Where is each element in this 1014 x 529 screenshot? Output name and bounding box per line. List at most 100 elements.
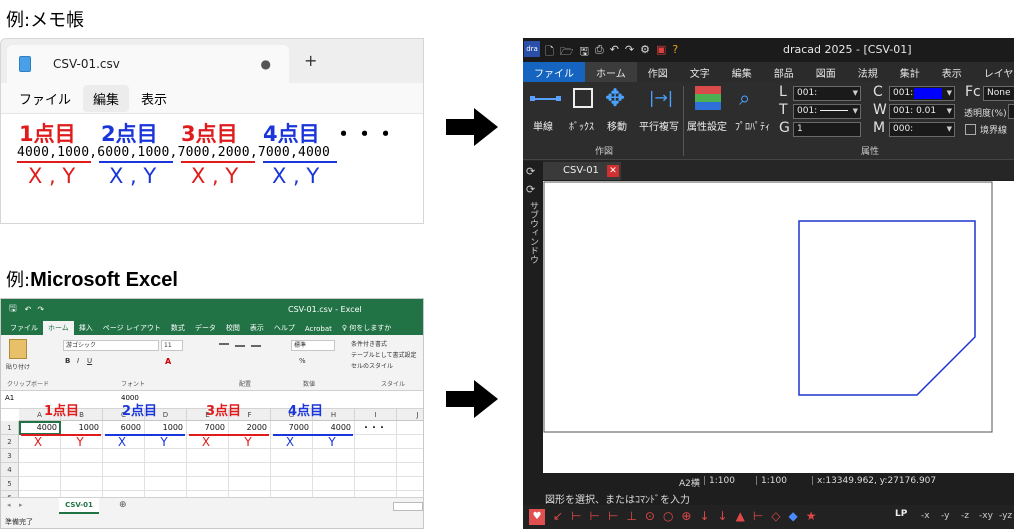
menu-edit[interactable]: 編集 xyxy=(721,62,763,82)
table-cell[interactable] xyxy=(187,463,229,477)
alignment-buttons[interactable] xyxy=(219,341,267,367)
table-cell[interactable] xyxy=(397,435,423,449)
sheet-nav-next-icon[interactable]: ▸ xyxy=(19,501,23,509)
axis-x-button[interactable]: -x xyxy=(921,511,930,521)
row-header[interactable]: 2 xyxy=(1,435,19,449)
table-cell[interactable] xyxy=(229,449,271,463)
table-cell[interactable] xyxy=(313,449,355,463)
table-cell[interactable] xyxy=(19,449,61,463)
table-cell[interactable]: 7000 xyxy=(271,421,313,435)
star-icon[interactable]: ★ xyxy=(806,509,817,523)
box-icon[interactable] xyxy=(573,88,593,108)
open-icon[interactable]: 🗁 xyxy=(560,43,574,62)
add-sheet-icon[interactable]: ⊕ xyxy=(119,500,127,510)
line-type-select[interactable]: 001: ▼ xyxy=(793,86,861,101)
tab-view[interactable]: 表示 xyxy=(245,321,269,335)
snap-icon[interactable]: ⊢ xyxy=(608,509,618,523)
table-cell[interactable] xyxy=(397,421,423,435)
table-cell[interactable] xyxy=(187,449,229,463)
table-cell[interactable] xyxy=(271,477,313,491)
table-cell[interactable]: 6000 xyxy=(103,421,145,435)
snap-icon[interactable]: ▲ xyxy=(736,509,745,523)
snap-icon[interactable]: ◇ xyxy=(771,509,780,523)
table-cell[interactable]: X xyxy=(19,435,61,449)
underline-button[interactable]: U xyxy=(87,357,92,365)
table-cell[interactable] xyxy=(229,463,271,477)
undo-icon[interactable]: ↶ xyxy=(25,305,32,314)
settings-icon[interactable]: ⚙ xyxy=(640,43,650,62)
command-line[interactable]: 図形を選択、またはｺﾏﾝﾄﾞを入力 xyxy=(523,489,1014,506)
menu-drawing[interactable]: 図面 xyxy=(805,62,847,82)
table-cell[interactable]: X xyxy=(187,435,229,449)
tell-me-search[interactable]: ♀ 何をしますか xyxy=(337,321,396,335)
axis-y-button[interactable]: -y xyxy=(941,511,949,521)
polyline-shape[interactable] xyxy=(798,220,976,396)
sheet-nav-prev-icon[interactable]: ◂ xyxy=(7,501,11,509)
notepad-tab[interactable]: CSV-01.csv ● xyxy=(7,45,289,83)
table-cell[interactable]: 1000 xyxy=(61,421,103,435)
group-input[interactable]: 1 xyxy=(793,122,861,137)
name-box[interactable]: A1 xyxy=(5,394,14,402)
notepad-content[interactable]: 1点目 2点目 3点目 4点目 ・・・ 4000,1000,6000,1000,… xyxy=(1,113,423,223)
column-header[interactable]: J xyxy=(397,409,423,421)
attribute-set-button[interactable]: 属性設定 xyxy=(687,118,727,133)
move-icon[interactable]: ✥ xyxy=(605,84,625,112)
column-header[interactable]: I xyxy=(355,409,397,421)
axis-z-button[interactable]: -z xyxy=(961,511,969,521)
table-cell[interactable] xyxy=(313,477,355,491)
menu-tally[interactable]: 集計 xyxy=(889,62,931,82)
paste-button[interactable]: 貼り付け xyxy=(6,362,30,371)
tab-home[interactable]: ホーム xyxy=(43,321,74,335)
axis-xy-button[interactable]: -xy xyxy=(979,511,993,521)
font-size-select[interactable]: 11 xyxy=(161,340,183,351)
snap-icon[interactable]: ⊢ xyxy=(753,509,763,523)
close-icon[interactable]: ✕ xyxy=(607,165,619,177)
snap-icon[interactable]: ⊥ xyxy=(626,509,636,523)
tab-review[interactable]: 校閲 xyxy=(221,321,245,335)
print-icon[interactable]: ⎙ xyxy=(595,43,604,62)
table-cell[interactable] xyxy=(355,477,397,491)
menu-draw[interactable]: 作図 xyxy=(637,62,679,82)
table-cell[interactable]: 7000 xyxy=(187,421,229,435)
new-tab-button[interactable]: + xyxy=(304,51,317,70)
table-cell[interactable] xyxy=(145,449,187,463)
lp-button[interactable]: LP xyxy=(895,509,907,519)
conditional-format-button[interactable]: 条件付き書式 xyxy=(351,339,387,348)
width-select[interactable]: 001: 0.01 ▼ xyxy=(889,104,955,119)
table-cell[interactable] xyxy=(271,463,313,477)
tab-data[interactable]: データ xyxy=(190,321,221,335)
attribute-set-icon[interactable] xyxy=(695,86,721,110)
new-icon[interactable]: 🗋 xyxy=(545,43,554,62)
percent-button[interactable]: % xyxy=(299,357,306,365)
table-cell[interactable]: Y xyxy=(61,435,103,449)
transparency-input[interactable] xyxy=(1008,104,1014,119)
font-name-select[interactable]: 游ゴシック xyxy=(63,340,159,351)
tab-insert[interactable]: 挿入 xyxy=(74,321,98,335)
table-cell[interactable] xyxy=(397,463,423,477)
font-color-button[interactable]: A xyxy=(165,357,171,366)
single-line-button[interactable]: 単線 xyxy=(533,118,553,133)
menu-text[interactable]: 文字 xyxy=(679,62,721,82)
table-cell[interactable] xyxy=(103,449,145,463)
table-cell[interactable] xyxy=(187,477,229,491)
table-cell[interactable]: Y xyxy=(145,435,187,449)
table-cell[interactable] xyxy=(313,463,355,477)
table-cell[interactable] xyxy=(355,449,397,463)
row-header[interactable]: 5 xyxy=(1,477,19,491)
table-cell[interactable] xyxy=(229,477,271,491)
tab-acrobat[interactable]: Acrobat xyxy=(300,323,337,335)
property-button[interactable]: ﾌﾟﾛﾊﾟﾃｨ xyxy=(735,118,770,133)
cell-style-button[interactable]: セルのスタイル xyxy=(351,361,393,370)
table-format-button[interactable]: テーブルとして書式設定 xyxy=(351,350,416,359)
table-cell[interactable]: X xyxy=(271,435,313,449)
heart-icon[interactable]: ♥ xyxy=(529,509,545,525)
thickness-select[interactable]: 001: ▼ xyxy=(793,104,861,119)
save-icon[interactable]: 🖫 xyxy=(9,301,17,317)
table-cell[interactable] xyxy=(61,477,103,491)
redo-icon[interactable]: ↷ xyxy=(37,305,44,314)
paste-icon[interactable] xyxy=(9,339,27,359)
italic-button[interactable]: I xyxy=(77,357,79,365)
move-button[interactable]: 移動 xyxy=(607,118,627,133)
tab-formulas[interactable]: 数式 xyxy=(166,321,190,335)
tab-page-layout[interactable]: ページ レイアウト xyxy=(98,321,166,335)
